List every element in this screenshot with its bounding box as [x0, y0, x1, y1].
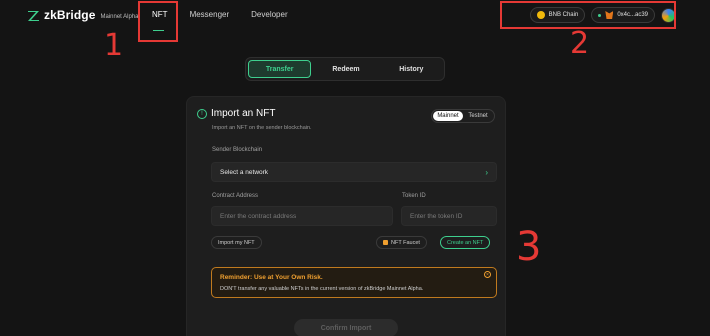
toggle-testnet[interactable]: Testnet: [463, 111, 493, 121]
nft-faucet-label: NFT Faucet: [391, 239, 420, 246]
sender-network-value: Select a network: [220, 168, 269, 176]
sender-blockchain-label: Sender Blockchain: [212, 147, 263, 153]
close-icon[interactable]: ×: [484, 271, 491, 278]
annotation-number-3: 3: [516, 224, 542, 270]
main-tabs: Transfer Redeem History: [245, 57, 445, 81]
tab-transfer[interactable]: Transfer: [248, 60, 312, 78]
card-title-text: Import an NFT: [211, 108, 276, 119]
zkbridge-logo-icon: [27, 9, 40, 22]
annotation-box-wallet: [500, 1, 676, 29]
zkbridge-logo[interactable]: zkBridge Mainnet Alpha: [27, 8, 139, 22]
create-nft-button[interactable]: Create an NFT: [440, 236, 491, 249]
reminder-text: DON'T transfer any valuable NFTs in the …: [220, 286, 424, 292]
contract-address-label: Contract Address: [212, 193, 259, 199]
confirm-import-button[interactable]: Confirm Import: [294, 319, 398, 336]
annotation-box-nft: [138, 1, 178, 42]
import-my-nft-button[interactable]: Import my NFT: [211, 236, 262, 249]
nav-developer[interactable]: Developer: [251, 10, 287, 19]
token-id-label: Token ID: [402, 193, 426, 199]
contract-address-input[interactable]: Enter the contract address: [211, 206, 393, 226]
annotation-number-2: 2: [570, 26, 590, 61]
toggle-mainnet[interactable]: Mainnet: [433, 111, 463, 121]
info-icon: !: [197, 108, 207, 119]
logo-name: zkBridge: [44, 8, 96, 22]
network-toggle: Mainnet Testnet: [431, 109, 495, 123]
card-title: ! Import an NFT: [197, 108, 275, 119]
sender-network-select[interactable]: Select a network ›: [211, 162, 497, 182]
import-nft-card: ! Import an NFT Import an NFT on the sen…: [186, 96, 506, 336]
reminder-title: Reminder: Use at Your Own Risk.: [220, 274, 323, 281]
risk-reminder: Reminder: Use at Your Own Risk. DON'T tr…: [211, 267, 497, 298]
tab-history[interactable]: History: [381, 60, 442, 78]
logo-subtitle: Mainnet Alpha: [100, 13, 139, 20]
chevron-right-icon: ›: [485, 167, 488, 177]
annotation-number-1: 1: [104, 28, 124, 63]
token-id-input[interactable]: Enter the token ID: [401, 206, 497, 226]
tab-redeem[interactable]: Redeem: [315, 60, 376, 78]
nav-messenger[interactable]: Messenger: [190, 10, 230, 19]
gift-icon: [383, 240, 388, 245]
nft-faucet-button[interactable]: NFT Faucet: [376, 236, 427, 249]
card-subtitle: Import an NFT on the sender blockchain.: [212, 125, 312, 131]
